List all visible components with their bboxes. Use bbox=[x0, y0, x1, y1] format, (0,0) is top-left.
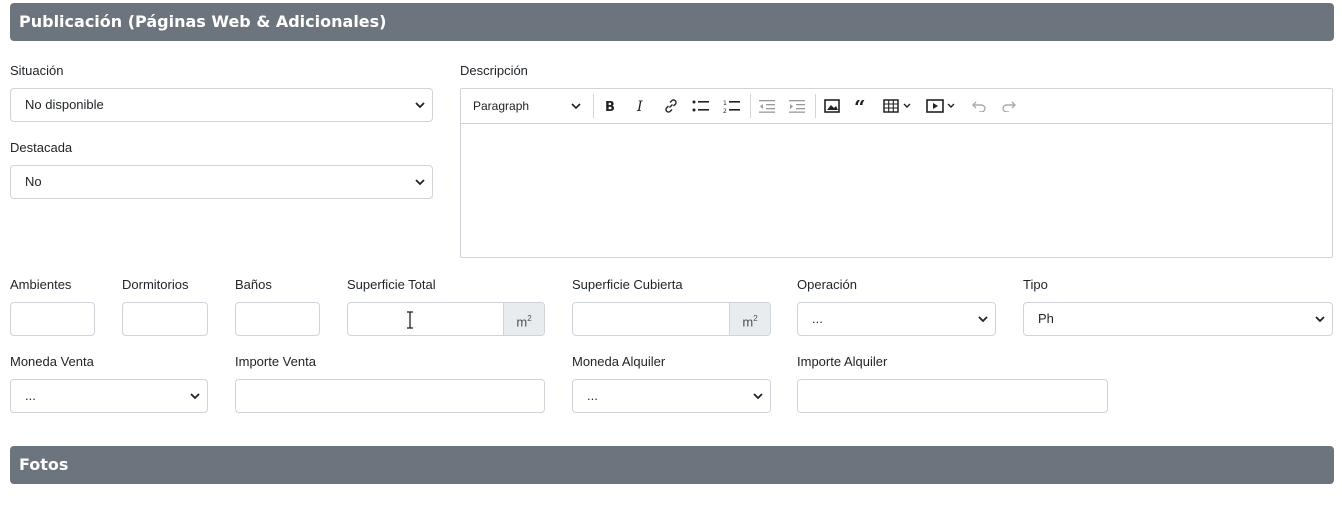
svg-text:B: B bbox=[605, 100, 615, 113]
table-icon[interactable] bbox=[880, 89, 916, 123]
tipo-value: Ph bbox=[1038, 311, 1054, 326]
svg-text:“: “ bbox=[854, 100, 866, 112]
italic-icon[interactable]: I bbox=[629, 89, 653, 123]
destacada-value: No bbox=[25, 174, 42, 189]
moneda-alquiler-value: ... bbox=[587, 388, 598, 403]
situacion-label: Situación bbox=[10, 63, 64, 78]
indent-icon[interactable] bbox=[785, 89, 809, 123]
paragraph-dropdown[interactable]: Paragraph bbox=[461, 89, 591, 123]
banos-input[interactable] bbox=[235, 302, 320, 336]
dormitorios-label: Dormitorios bbox=[122, 277, 189, 292]
operacion-label: Operación bbox=[797, 277, 857, 292]
text-cursor-icon bbox=[405, 311, 415, 329]
chevron-down-icon bbox=[414, 89, 426, 121]
publicacion-section-header: Publicación (Páginas Web & Adicionales) bbox=[10, 3, 1334, 41]
moneda-venta-select[interactable]: ... bbox=[10, 379, 208, 413]
link-icon[interactable] bbox=[659, 89, 683, 123]
descripcion-editor: Paragraph B I 12 “ bbox=[460, 88, 1333, 258]
importe-alquiler-input[interactable] bbox=[797, 379, 1108, 413]
chevron-down-icon bbox=[977, 303, 989, 335]
image-icon[interactable] bbox=[820, 89, 844, 123]
superficie-cubierta-unit: m2 bbox=[729, 303, 770, 335]
tipo-label: Tipo bbox=[1023, 277, 1048, 292]
descripcion-label: Descripción bbox=[460, 63, 528, 78]
importe-venta-input[interactable] bbox=[235, 379, 545, 413]
dormitorios-input[interactable] bbox=[122, 302, 208, 336]
tipo-select[interactable]: Ph bbox=[1023, 302, 1333, 336]
editor-content-area[interactable] bbox=[461, 124, 1332, 257]
fotos-section-header: Fotos bbox=[10, 446, 1334, 484]
situacion-value: No disponible bbox=[25, 97, 104, 112]
importe-venta-label: Importe Venta bbox=[235, 354, 316, 369]
ambientes-label: Ambientes bbox=[10, 277, 72, 292]
redo-icon[interactable] bbox=[997, 89, 1021, 123]
blockquote-icon[interactable]: “ bbox=[850, 89, 874, 123]
toolbar-divider bbox=[750, 94, 751, 118]
section-title: Publicación (Páginas Web & Adicionales) bbox=[19, 12, 387, 31]
outdent-icon[interactable] bbox=[755, 89, 779, 123]
banos-label: Baños bbox=[235, 277, 272, 292]
bold-icon[interactable]: B bbox=[598, 89, 622, 123]
svg-text:2: 2 bbox=[723, 108, 727, 113]
undo-icon[interactable] bbox=[967, 89, 991, 123]
svg-text:1: 1 bbox=[723, 100, 727, 107]
chevron-down-icon bbox=[571, 102, 581, 110]
toolbar-divider bbox=[815, 94, 816, 118]
chevron-down-icon bbox=[414, 166, 426, 198]
section-title: Fotos bbox=[19, 455, 69, 474]
destacada-select[interactable]: No bbox=[10, 165, 433, 199]
superficie-cubierta-input[interactable]: m2 bbox=[572, 302, 771, 336]
situacion-select[interactable]: No disponible bbox=[10, 88, 433, 122]
toolbar-divider bbox=[593, 94, 594, 118]
moneda-venta-value: ... bbox=[25, 388, 36, 403]
svg-text:I: I bbox=[636, 99, 643, 113]
media-icon[interactable] bbox=[924, 89, 960, 123]
operacion-value: ... bbox=[812, 311, 823, 326]
bulleted-list-icon[interactable] bbox=[689, 89, 713, 123]
chevron-down-icon bbox=[189, 380, 201, 412]
superficie-cubierta-label: Superficie Cubierta bbox=[572, 277, 683, 292]
moneda-alquiler-label: Moneda Alquiler bbox=[572, 354, 666, 369]
superficie-total-label: Superficie Total bbox=[347, 277, 436, 292]
paragraph-label: Paragraph bbox=[473, 99, 530, 113]
editor-toolbar: Paragraph B I 12 “ bbox=[461, 89, 1332, 124]
superficie-total-unit: m2 bbox=[503, 303, 544, 335]
moneda-alquiler-select[interactable]: ... bbox=[572, 379, 771, 413]
chevron-down-icon bbox=[1314, 303, 1326, 335]
superficie-total-input[interactable]: m2 bbox=[347, 302, 545, 336]
importe-alquiler-label: Importe Alquiler bbox=[797, 354, 888, 369]
numbered-list-icon[interactable]: 12 bbox=[719, 89, 745, 123]
ambientes-input[interactable] bbox=[10, 302, 95, 336]
moneda-venta-label: Moneda Venta bbox=[10, 354, 94, 369]
chevron-down-icon bbox=[752, 380, 764, 412]
operacion-select[interactable]: ... bbox=[797, 302, 996, 336]
destacada-label: Destacada bbox=[10, 140, 73, 155]
